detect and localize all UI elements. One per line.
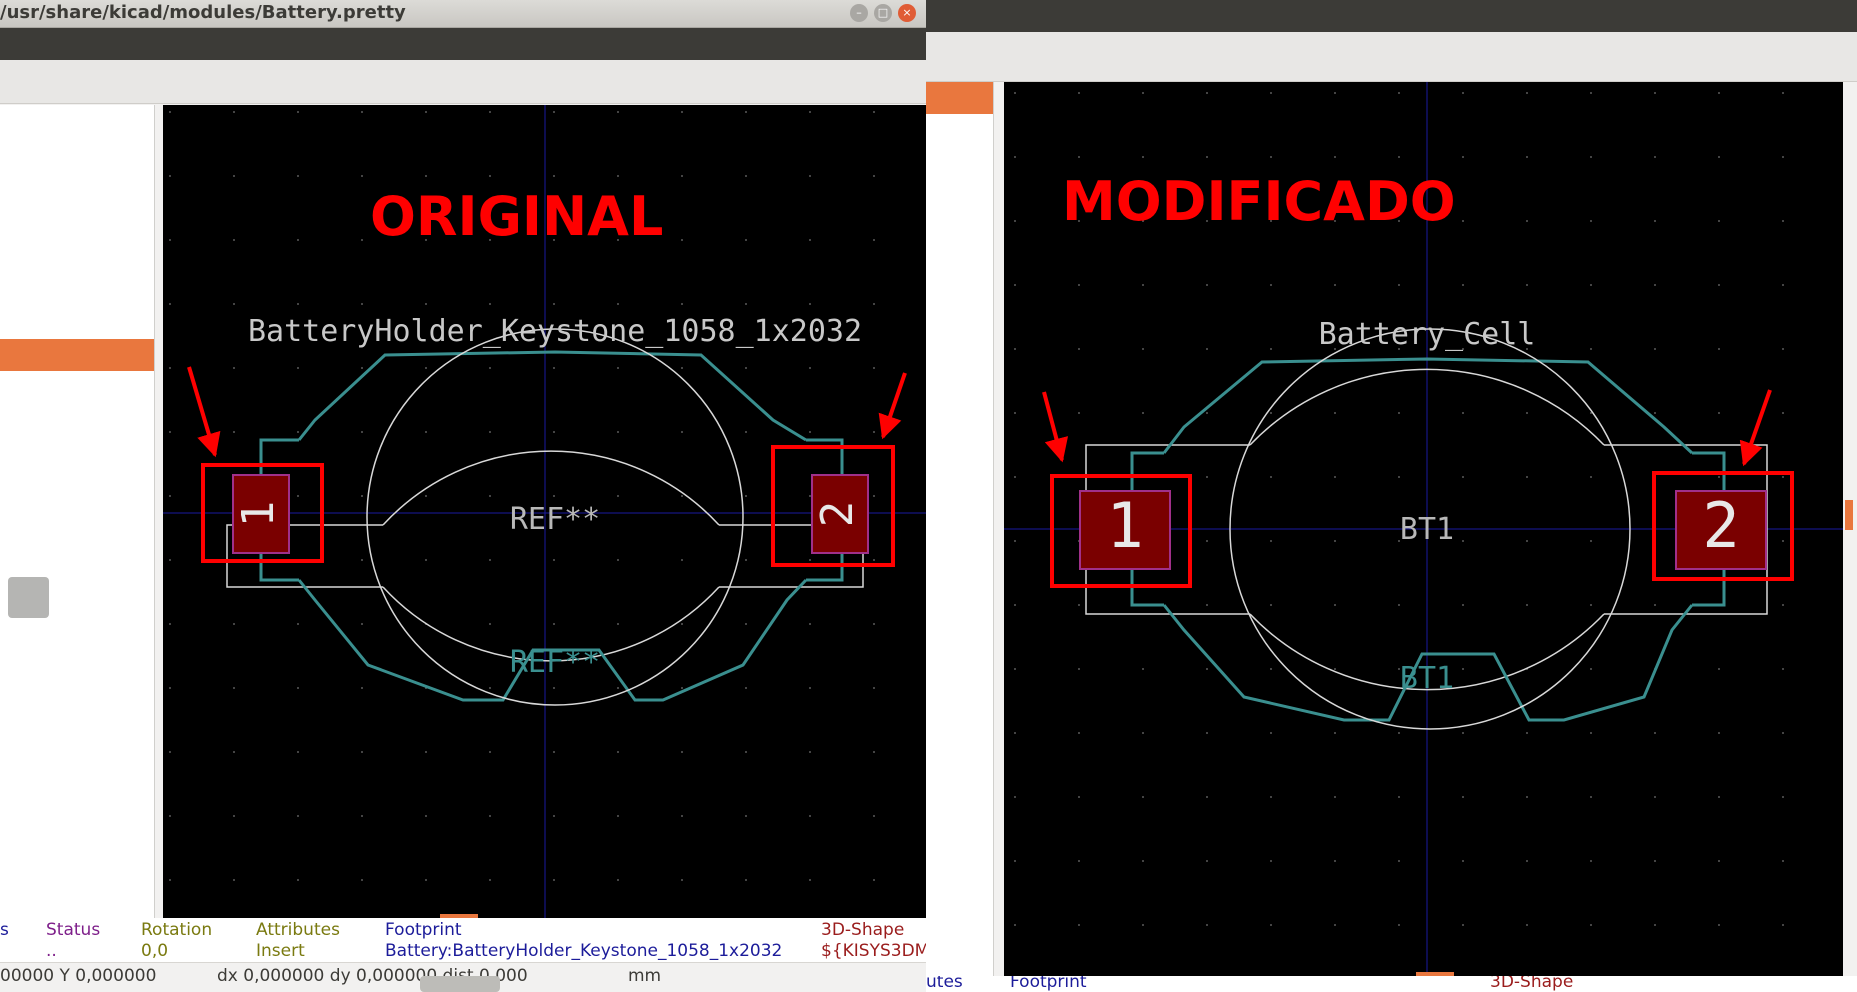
right-footprint-canvas[interactable]: Battery_Cell BT1 BT1 1 2 MODIFICADO	[1004, 82, 1843, 977]
close-button[interactable]: ×	[898, 4, 916, 22]
msg-status-value: ..	[46, 941, 57, 961]
right-canvas-svg: Battery_Cell BT1 BT1 1 2 MODIFICADO	[1004, 82, 1843, 977]
msg-attributes-value: Insert	[256, 941, 305, 961]
left-footprint-canvas[interactable]: BatteryHolder_Keystone_1058_1x2032 REF**…	[163, 105, 926, 920]
library-scroll-thumb[interactable]	[8, 577, 49, 618]
right-library-tree[interactable]	[926, 82, 994, 992]
maximize-button[interactable]: □	[874, 4, 892, 22]
modificado-annotation: MODIFICADO	[1062, 170, 1456, 233]
msg-footprint-header: Footprint	[385, 920, 462, 940]
left-toolbar	[0, 60, 926, 104]
msg-footprint-header: Footprint	[1010, 976, 1087, 992]
reference-label: REF**	[510, 502, 600, 537]
status-xy: 00000 Y 0,000000	[0, 966, 157, 986]
pad-1-number: 1	[233, 501, 284, 528]
pad-2-number: 2	[1702, 489, 1739, 562]
right-edge-splitter[interactable]	[1845, 500, 1853, 530]
msg-rotation-header: Rotation	[141, 920, 213, 940]
status-units: mm	[628, 966, 662, 986]
msg-col-0-header: s	[0, 920, 9, 940]
msg-3dshape-header: 3D-Shape	[1490, 976, 1574, 992]
msg-attributes-header: Attributes	[256, 920, 340, 940]
horizontal-scroll-thumb[interactable]	[420, 976, 500, 992]
msg-col-attributes-cut: utes	[926, 976, 963, 992]
minimize-button[interactable]: –	[850, 4, 868, 22]
right-message-panel: utes Footprint 3D-Shape	[926, 976, 1857, 992]
right-toolbar	[926, 32, 1857, 82]
msg-3dshape-header: 3D-Shape	[821, 920, 905, 940]
pad-2-number: 2	[812, 501, 863, 528]
selected-library-row[interactable]	[0, 339, 154, 371]
pad-1-number: 1	[1106, 489, 1143, 562]
left-window-title: /usr/share/kicad/modules/Battery.pretty	[0, 2, 406, 23]
footprint-name-label: BatteryHolder_Keystone_1058_1x2032	[248, 314, 862, 349]
left-canvas-svg: BatteryHolder_Keystone_1058_1x2032 REF**…	[163, 105, 926, 920]
reference-fab-label: BT1	[1400, 661, 1454, 696]
msg-rotation-value: 0,0	[141, 941, 169, 961]
right-selected-library-row[interactable]	[926, 82, 993, 114]
original-annotation: ORIGINAL	[370, 185, 663, 248]
right-window: Battery_Cell BT1 BT1 1 2 MODIFICADO utes…	[926, 0, 1857, 992]
msg-status-header: Status	[46, 920, 101, 940]
msg-3dshape-value: ${KISYS3DM	[821, 941, 926, 961]
reference-label: BT1	[1400, 512, 1454, 547]
left-message-panel: s Status .. Rotation 0,0 Attributes Inse…	[0, 918, 926, 962]
left-title-bar: /usr/share/kicad/modules/Battery.pretty …	[0, 0, 926, 28]
right-title-bar	[926, 0, 1857, 32]
reference-fab-label: REF**	[510, 645, 600, 680]
left-window: /usr/share/kicad/modules/Battery.pretty …	[0, 0, 926, 992]
footprint-name-label: Battery_Cell	[1319, 317, 1536, 352]
left-library-tree[interactable]	[0, 105, 155, 920]
left-menu-bar	[0, 28, 926, 60]
msg-footprint-value: Battery:BatteryHolder_Keystone_1058_1x20…	[385, 941, 783, 961]
